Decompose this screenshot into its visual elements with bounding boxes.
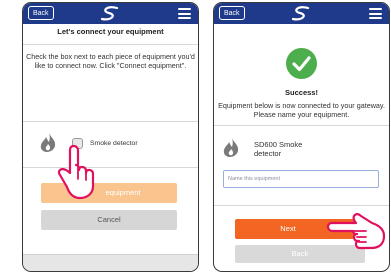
hand-pointer-icon xyxy=(57,144,95,200)
connect-button-label: equipment xyxy=(105,188,141,197)
hamburger-menu-icon[interactable] xyxy=(178,8,191,19)
cancel-button[interactable]: Cancel xyxy=(41,210,177,230)
checkmark-circle-icon xyxy=(286,48,317,79)
brand-swirl-icon xyxy=(291,6,310,21)
next-button-label: Next xyxy=(280,224,296,233)
equipment-name-input[interactable] xyxy=(223,170,379,188)
app-header: Back xyxy=(23,3,198,24)
divider xyxy=(23,121,198,122)
success-title: Success! xyxy=(285,88,318,97)
bottom-bar xyxy=(23,254,198,271)
flame-icon xyxy=(223,138,239,157)
left-phone-screen: Back Let's connect your equipment Check … xyxy=(22,2,199,272)
page-title: Let's connect your equipment xyxy=(57,27,164,36)
instructions-text: Check the box next to each piece of equi… xyxy=(26,52,195,70)
back-button[interactable]: Back xyxy=(28,6,54,20)
divider xyxy=(214,125,389,126)
device-name: SD600 Smoke detector xyxy=(254,140,302,158)
app-header: Back xyxy=(214,3,389,24)
right-phone-screen: Back Success! Equipment below is now con… xyxy=(213,2,390,272)
hamburger-menu-icon[interactable] xyxy=(369,8,382,19)
hand-pointer-icon xyxy=(326,213,386,250)
divider xyxy=(214,205,389,206)
back-button[interactable]: Back xyxy=(219,6,245,20)
device-name-line1: SD600 Smoke xyxy=(254,140,303,149)
divider xyxy=(23,44,198,45)
device-name-line2: detector xyxy=(254,149,282,158)
brand-swirl-icon xyxy=(100,6,119,21)
success-message: Equipment below is now connected to your… xyxy=(218,101,385,119)
